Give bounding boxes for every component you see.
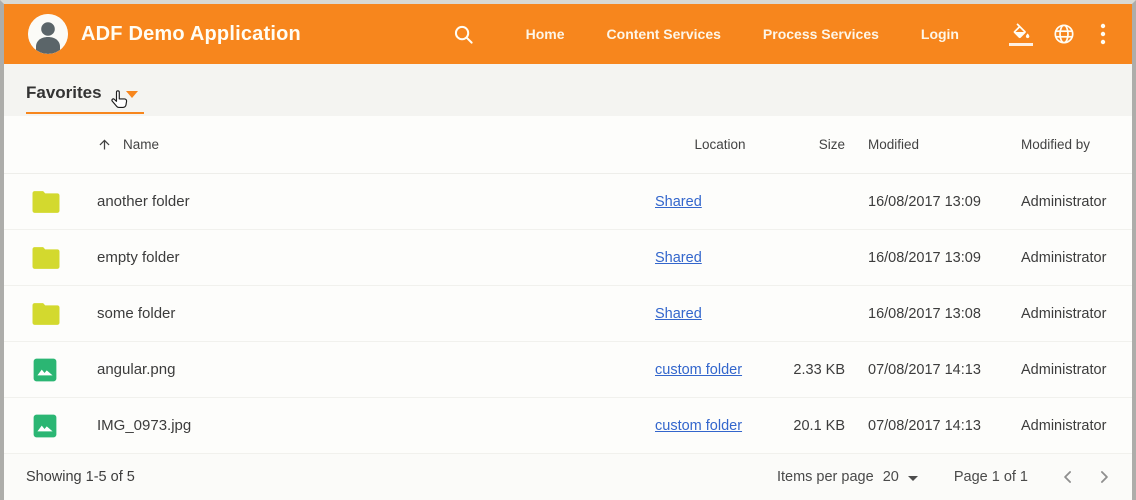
main-nav: Home Content Services Process Services L… [505, 26, 980, 42]
location-cell: Shared [655, 306, 785, 322]
modified-date: 16/08/2017 13:09 [845, 250, 998, 266]
table-row[interactable]: empty folder Shared 16/08/2017 13:09 Adm… [4, 230, 1132, 286]
search-icon[interactable] [452, 23, 475, 46]
user-avatar-icon[interactable] [28, 14, 68, 54]
header-actions: Home Content Services Process Services L… [452, 22, 1112, 46]
image-file-icon [32, 357, 58, 383]
location-link[interactable]: Shared [655, 250, 702, 266]
file-type-icon-cell [32, 246, 97, 270]
modified-by: Administrator [998, 250, 1106, 266]
language-globe-icon[interactable] [1052, 22, 1076, 46]
table-row[interactable]: some folder Shared 16/08/2017 13:08 Admi… [4, 286, 1132, 342]
items-per-page-select[interactable]: Items per page 20 [777, 469, 918, 485]
file-name: some folder [97, 305, 655, 322]
file-size: 2.33 KB [785, 362, 845, 378]
location-link[interactable]: Shared [655, 306, 702, 322]
folder-icon [32, 190, 60, 214]
document-list: Name Location Size Modified Modified by … [4, 116, 1132, 454]
location-cell: Shared [655, 194, 785, 210]
items-per-page-value: 20 [883, 469, 899, 485]
app-title: ADF Demo Application [81, 23, 301, 46]
folder-icon [32, 246, 60, 270]
modified-by: Administrator [998, 194, 1106, 210]
table-header-row: Name Location Size Modified Modified by [4, 116, 1132, 174]
folder-icon [32, 302, 60, 326]
location-cell: Shared [655, 250, 785, 266]
file-type-icon-cell [32, 413, 97, 439]
table-row[interactable]: angular.png custom folder 2.33 KB 07/08/… [4, 342, 1132, 398]
header-icon-group [1000, 22, 1112, 46]
app-window: ADF Demo Application Home Content Servic… [0, 0, 1136, 500]
modified-date: 16/08/2017 13:08 [845, 306, 998, 322]
file-type-icon-cell [32, 302, 97, 326]
theme-picker-icon[interactable] [1009, 23, 1033, 46]
file-name: another folder [97, 193, 655, 210]
pager-controls: Items per page 20 Page 1 of 1 [777, 467, 1114, 487]
column-header-size[interactable]: Size [785, 137, 845, 152]
cursor-pointer-icon [108, 88, 131, 117]
file-type-icon-cell [32, 190, 97, 214]
items-per-page-label: Items per page [777, 469, 874, 485]
column-header-location[interactable]: Location [655, 137, 785, 152]
modified-date: 07/08/2017 14:13 [845, 362, 998, 378]
location-cell: custom folder [655, 362, 785, 378]
more-menu-icon[interactable] [1100, 23, 1106, 45]
nav-content-services[interactable]: Content Services [607, 26, 721, 42]
location-link[interactable]: custom folder [655, 418, 742, 434]
modified-date: 16/08/2017 13:09 [845, 194, 998, 210]
items-per-page-caret-icon [908, 476, 918, 481]
nav-process-services[interactable]: Process Services [763, 26, 879, 42]
page-indicator: Page 1 of 1 [954, 469, 1028, 485]
favorites-label: Favorites [26, 83, 102, 103]
file-size: 20.1 KB [785, 418, 845, 434]
nav-home[interactable]: Home [526, 26, 565, 42]
sort-ascending-icon [97, 137, 112, 152]
file-name: empty folder [97, 249, 655, 266]
previous-page-icon[interactable] [1058, 467, 1078, 487]
modified-by: Administrator [998, 362, 1106, 378]
image-file-icon [32, 413, 58, 439]
table-body: another folder Shared 16/08/2017 13:09 A… [4, 174, 1132, 454]
column-header-modified[interactable]: Modified [845, 137, 998, 152]
theme-picker-underline [1009, 43, 1033, 46]
document-list-toolbar: Favorites [4, 64, 1132, 116]
file-name: IMG_0973.jpg [97, 417, 655, 434]
next-page-icon[interactable] [1094, 467, 1114, 487]
nav-login[interactable]: Login [921, 26, 959, 42]
modified-date: 07/08/2017 14:13 [845, 418, 998, 434]
app-header: ADF Demo Application Home Content Servic… [4, 4, 1132, 64]
file-type-icon-cell [32, 357, 97, 383]
modified-by: Administrator [998, 418, 1106, 434]
location-link[interactable]: Shared [655, 194, 702, 210]
table-row[interactable]: another folder Shared 16/08/2017 13:09 A… [4, 174, 1132, 230]
pagination-footer: Showing 1-5 of 5 Items per page 20 Page … [4, 454, 1132, 500]
modified-by: Administrator [998, 306, 1106, 322]
table-row[interactable]: IMG_0973.jpg custom folder 20.1 KB 07/08… [4, 398, 1132, 454]
column-header-name[interactable]: Name [97, 137, 655, 152]
column-header-modified-by[interactable]: Modified by [998, 137, 1104, 152]
file-name: angular.png [97, 361, 655, 378]
location-link[interactable]: custom folder [655, 362, 742, 378]
location-cell: custom folder [655, 418, 785, 434]
showing-count-label: Showing 1-5 of 5 [26, 469, 135, 485]
